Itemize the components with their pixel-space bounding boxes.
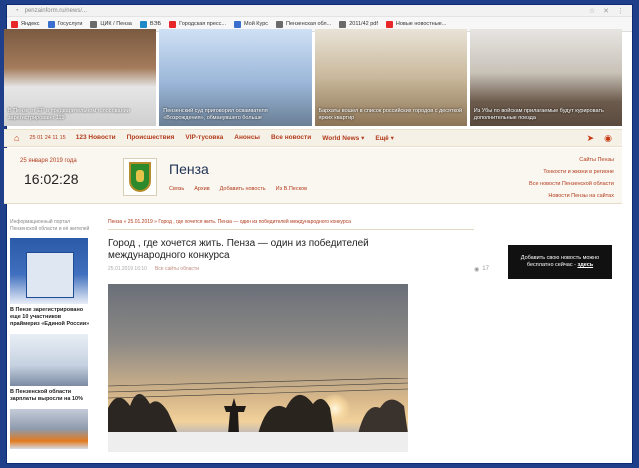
news-strip: В Пензе от ЕР в предварительном голосова… xyxy=(4,29,622,126)
nav-item[interactable]: Все новости xyxy=(271,134,311,142)
address-bar[interactable]: ◔ penzainform.ru/news/... ☆ ✕ ⋮ xyxy=(7,5,632,17)
left-item-caption[interactable]: В Пензенской области зарплаты выросли на… xyxy=(10,389,92,403)
city-crest-logo[interactable] xyxy=(123,158,157,196)
bookmark-item[interactable]: Мой Курс xyxy=(234,20,269,28)
telegram-icon[interactable]: ➤ xyxy=(587,133,595,144)
news-tile[interactable]: Бархаты вошел в список российских городо… xyxy=(314,29,467,126)
bookmark-label: Пензенская обл... xyxy=(286,21,332,27)
article-title: Город , где хочется жить. Пенза — один и… xyxy=(108,238,369,261)
current-time: 16:02:28 xyxy=(24,171,79,187)
header-right-links: Сайты Пензы Тонкости и жизни в регионе Все… xyxy=(529,154,614,202)
news-thumbnail[interactable] xyxy=(10,334,88,386)
bookmark-icon xyxy=(276,20,284,28)
bookmark-item[interactable]: Госуслуги xyxy=(47,20,83,28)
nav-item[interactable]: Происшествия xyxy=(127,134,175,142)
bookmark-label: Городская пресс... xyxy=(179,21,226,27)
news-tile-caption: Бархаты вошел в список российских городо… xyxy=(318,108,463,121)
nav-item[interactable]: Анонсы xyxy=(234,134,260,142)
nav-item[interactable]: World News ▾ xyxy=(322,134,364,142)
trees-silhouette xyxy=(108,378,408,434)
header-right-link[interactable]: Тонкости и жизни в регионе xyxy=(529,166,614,178)
news-tile[interactable]: Пензенский суд приговорил осваивателя «В… xyxy=(159,29,312,126)
left-item-caption[interactable]: В Пензе зарегистрировано еще 10 участник… xyxy=(10,307,92,328)
bookmark-label: Госуслуги xyxy=(57,21,83,27)
bookmark-icon xyxy=(385,20,393,28)
header-right-link[interactable]: Новости Пензы на сайтах xyxy=(529,190,614,202)
header-sublink[interactable]: Из В.Песков xyxy=(276,186,307,192)
divider xyxy=(108,229,474,230)
bookmark-item[interactable]: Новые новостные... xyxy=(385,20,447,28)
bookmark-item[interactable]: ЦИК / Пенза xyxy=(90,20,132,28)
promo-link[interactable]: здесь xyxy=(577,262,593,268)
header-sublink[interactable]: Добавить новость xyxy=(220,186,266,192)
house-icon[interactable]: ⌂ xyxy=(14,133,19,143)
nav-letters[interactable]: 25 01 24 11 15 xyxy=(29,135,65,141)
bookmark-label: Новые новостные... xyxy=(395,21,447,27)
header-sublinks: Связь Архив Добавить новость Из В.Песков xyxy=(169,186,307,192)
header-sublink[interactable]: Архив xyxy=(194,186,209,192)
article-date: 25.01.2019 16:10 xyxy=(108,266,147,272)
bookmark-label: Мой Курс xyxy=(244,21,269,27)
bookmark-item[interactable]: Городская пресс... xyxy=(169,20,226,28)
bookmark-item[interactable]: ВЭБ xyxy=(139,20,162,28)
add-news-banner[interactable]: Добавить свою новость можно бесплатно се… xyxy=(508,245,612,279)
nav-icons: ➤ ◉ xyxy=(587,133,622,144)
nav-item[interactable]: 123 Новости xyxy=(76,134,116,142)
rss-icon[interactable]: ◉ xyxy=(604,133,612,144)
left-column: Информационный портал Пензенской области… xyxy=(10,219,92,449)
news-thumbnail[interactable] xyxy=(10,238,88,304)
news-tile-caption: Из Убы по войскам прилагаемые будут кури… xyxy=(473,108,604,121)
site-header: 25 января 2019 года 16:02:28 Пенза Связь… xyxy=(4,148,622,204)
bookmark-label: Яндекс xyxy=(21,21,40,27)
bookmark-label: 2011/42 pdf xyxy=(349,21,378,27)
bookmark-icon xyxy=(139,20,147,28)
bookmark-item[interactable]: Пензенская обл... xyxy=(276,20,332,28)
bookmark-icon xyxy=(47,20,55,28)
bookmark-icon xyxy=(234,20,241,28)
bookmark-label: ЦИК / Пенза xyxy=(100,21,132,27)
bookmark-icon xyxy=(11,20,18,28)
eye-icon: ◉ xyxy=(474,267,480,273)
view-counter: ◉ 17 xyxy=(474,266,489,273)
news-tile-caption: Пензенский суд приговорил осваивателя «В… xyxy=(163,108,268,121)
star-icon[interactable]: ☆ xyxy=(589,7,595,15)
bookmark-icon xyxy=(90,20,98,28)
news-thumbnail[interactable] xyxy=(10,409,88,449)
url-text[interactable]: penzainform.ru/news/... xyxy=(25,8,87,14)
nav-item[interactable]: VIP-тусовка xyxy=(185,134,223,142)
menu-icon[interactable]: ⋮ xyxy=(617,7,624,15)
bookmark-item[interactable]: 2011/42 pdf xyxy=(339,20,378,28)
view-count: 17 xyxy=(482,266,489,272)
article-source-link[interactable]: Все сайты области xyxy=(155,266,199,272)
bookmark-label: ВЭБ xyxy=(149,21,162,27)
left-intro: Информационный портал Пензенской области… xyxy=(10,219,90,232)
header-right-link[interactable]: Сайты Пензы xyxy=(529,154,614,166)
nav-items: 123 Новости Происшествия VIP-тусовка Анонсы… xyxy=(76,134,394,142)
header-sublink[interactable]: Связь xyxy=(169,186,184,192)
city-name[interactable]: Пенза xyxy=(169,161,209,177)
lock-icon: ◔ xyxy=(15,7,19,14)
article-meta: 25.01.2019 16:10 Все сайты области xyxy=(108,266,199,272)
extension-icon[interactable]: ✕ xyxy=(603,7,609,15)
browser-tools: ☆ ✕ ⋮ xyxy=(589,7,632,15)
nav-item[interactable]: Ещё ▾ xyxy=(375,134,394,142)
current-date: 25 января 2019 года xyxy=(20,158,77,164)
bookmark-icon xyxy=(339,20,347,28)
news-tile[interactable]: Из Убы по войскам прилагаемые будут кури… xyxy=(469,29,622,126)
article-photo[interactable] xyxy=(108,284,408,452)
news-tile-caption: В Пензе от ЕР в предварительном голосова… xyxy=(8,108,130,121)
bookmark-item[interactable]: Яндекс xyxy=(11,20,40,28)
breadcrumb[interactable]: Пенза » 25.01.2019 » Город , где хочется… xyxy=(108,219,508,225)
header-right-link[interactable]: Все новости Пензенской области xyxy=(529,178,614,190)
news-tile[interactable]: В Пензе от ЕР в предварительном голосова… xyxy=(4,29,157,126)
snow-ground xyxy=(108,432,408,452)
main-nav: ⌂ 25 01 24 11 15 123 Новости Происшествия… xyxy=(4,129,622,147)
bookmark-icon xyxy=(169,20,177,28)
